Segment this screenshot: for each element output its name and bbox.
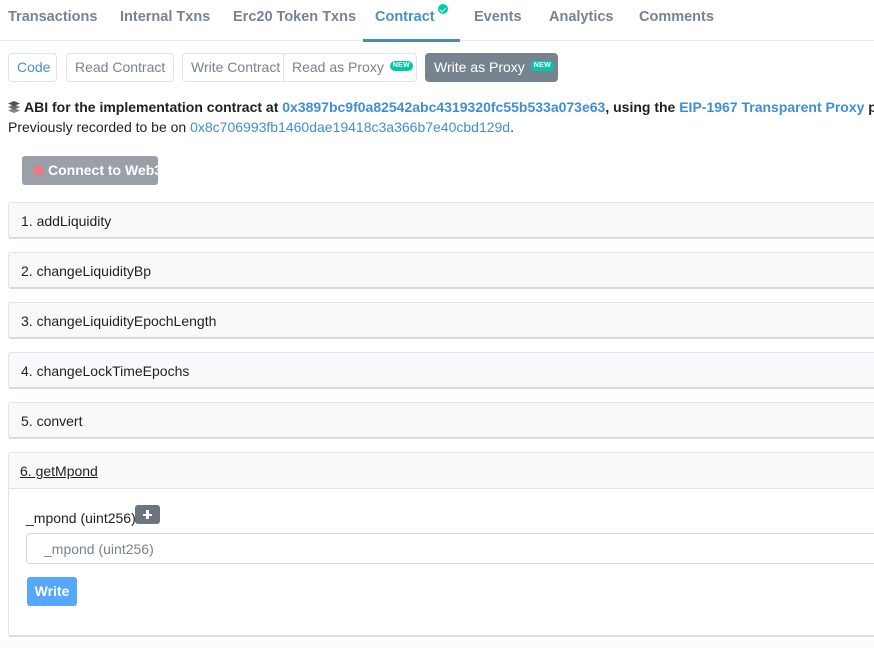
tab-label: Events xyxy=(474,9,522,25)
function-label: 5. convert xyxy=(21,413,83,429)
connect-web3-button[interactable]: Connect to Web3 xyxy=(22,156,162,185)
proxy-info-line: ABI for the implementation contract at 0… xyxy=(8,99,874,115)
tab-label: Internal Txns xyxy=(120,9,211,25)
tab-analytics[interactable]: Analytics xyxy=(549,0,613,41)
tab-contract[interactable]: Contract xyxy=(363,0,460,42)
contract-tabs: Transactions Internal Txns Erc20 Token T… xyxy=(0,0,874,42)
function-header[interactable]: 6. getMpond xyxy=(9,453,874,489)
write-as-proxy-button[interactable]: Write as Proxy NEW xyxy=(425,53,558,82)
tab-label: Analytics xyxy=(549,9,614,25)
code-label: Code xyxy=(17,59,51,75)
code-button[interactable]: Code xyxy=(8,53,57,82)
info-middle: , using the xyxy=(605,99,680,115)
previous-address-line: Previously recorded to be on 0x8c706993f… xyxy=(8,119,514,135)
tab-label: Contract xyxy=(375,9,435,25)
param-label: _mpond (uint256) xyxy=(26,510,136,526)
function-item[interactable]: 5. convert xyxy=(8,402,874,439)
read-as-proxy-label: Read as Proxy xyxy=(292,59,384,75)
tab-label: Erc20 Token Txns xyxy=(233,9,357,25)
new-badge: NEW xyxy=(389,61,414,71)
tab-label: Comments xyxy=(639,9,714,25)
function-item[interactable]: 2. changeLiquidityBp xyxy=(8,252,874,289)
new-badge: NEW xyxy=(530,61,554,71)
previous-prefix: Previously recorded to be on xyxy=(8,119,191,135)
info-suffix: pattern. xyxy=(868,99,874,115)
proxy-pattern-link[interactable]: EIP-1967 Transparent Proxy xyxy=(679,99,864,115)
function-label: 6. getMpond xyxy=(20,463,98,479)
layers-icon xyxy=(8,101,20,113)
check-circle-icon xyxy=(437,4,448,14)
previous-suffix: . xyxy=(510,119,514,135)
tab-events[interactable]: Events xyxy=(474,0,522,41)
function-label: 4. changeLockTimeEpochs xyxy=(21,363,190,379)
tab-transactions[interactable]: Transactions xyxy=(8,0,97,41)
write-as-proxy-label: Write as Proxy xyxy=(434,59,525,75)
function-item[interactable]: 3. changeLiquidityEpochLength xyxy=(8,302,874,339)
write-button[interactable]: Write xyxy=(27,577,77,606)
read-contract-button[interactable]: Read Contract xyxy=(66,53,174,82)
implementation-address-link[interactable]: 0x3897bc9f0a82542abc4319320fc55b533a073e… xyxy=(282,99,605,115)
function-item[interactable]: 4. changeLockTimeEpochs xyxy=(8,352,874,389)
page: Transactions Internal Txns Erc20 Token T… xyxy=(0,0,874,640)
mpond-input[interactable] xyxy=(26,533,874,564)
tab-comments[interactable]: Comments xyxy=(639,0,714,41)
read-contract-label: Read Contract xyxy=(75,59,166,75)
tab-erc20-token-txns[interactable]: Erc20 Token Txns xyxy=(233,0,356,41)
tab-internal-txns[interactable]: Internal Txns xyxy=(120,0,210,41)
tab-label: Transactions xyxy=(8,9,98,25)
function-label: 3. changeLiquidityEpochLength xyxy=(21,313,217,329)
function-label: 1. addLiquidity xyxy=(21,213,112,229)
info-prefix: ABI for the implementation contract at xyxy=(24,99,283,115)
disconnected-status-icon xyxy=(33,165,44,176)
function-item-expanded: 6. getMpond _mpond (uint256) Write xyxy=(8,452,874,637)
write-contract-label: Write Contract xyxy=(191,59,281,75)
previous-address-link[interactable]: 0x8c706993fb1460dae19418c3a366b7e40cbd12… xyxy=(190,119,510,135)
function-label: 2. changeLiquidityBp xyxy=(21,263,151,279)
function-item[interactable]: 1. addLiquidity xyxy=(8,202,874,239)
read-as-proxy-button[interactable]: Read as Proxy NEW xyxy=(283,53,417,82)
connect-label: Connect to Web3 xyxy=(48,162,163,178)
plus-icon[interactable] xyxy=(135,505,160,524)
write-contract-button[interactable]: Write Contract xyxy=(182,53,290,82)
